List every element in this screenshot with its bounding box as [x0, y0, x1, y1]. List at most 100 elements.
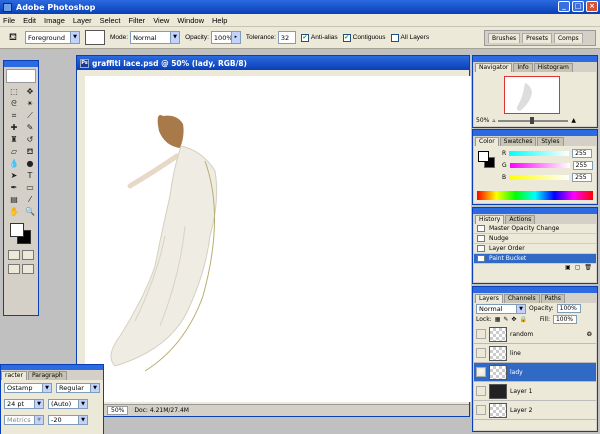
well-tab-comps[interactable]: Comps [553, 33, 583, 43]
navigator-zoom-value[interactable]: 50% [476, 117, 489, 124]
layer-row[interactable]: Layer 2 [474, 401, 596, 420]
shape-tool-icon[interactable]: ▭ [23, 182, 37, 193]
menu-file[interactable]: File [3, 16, 15, 25]
notes-tool-icon[interactable]: ▤ [7, 194, 21, 205]
font-family-select[interactable]: Ostamp ▼ [4, 383, 52, 393]
path-selection-tool-icon[interactable]: ➤ [7, 170, 21, 181]
red-slider[interactable] [509, 151, 570, 156]
healing-brush-tool-icon[interactable]: ✚ [7, 122, 21, 133]
panel-foreground-swatch[interactable] [478, 151, 489, 162]
eyedropper-tool-icon[interactable]: ⁄ [23, 194, 37, 205]
tab-info[interactable]: Info [513, 63, 533, 72]
font-style-select[interactable]: Regular ▼ [56, 383, 100, 393]
toolbox-header[interactable] [4, 61, 38, 67]
navigator-thumbnail[interactable] [504, 76, 560, 114]
layer-visibility-toggle[interactable] [476, 348, 486, 358]
font-size-select[interactable]: 24 pt ▼ [4, 399, 44, 409]
blur-tool-icon[interactable]: 💧 [7, 158, 21, 169]
green-slider[interactable] [509, 163, 570, 168]
close-button[interactable]: × [586, 1, 598, 12]
minimize-button[interactable]: _ [558, 1, 570, 12]
tab-character[interactable]: racter [1, 371, 27, 380]
pattern-swatch[interactable] [85, 30, 105, 45]
lock-all-icon[interactable]: 🔒 [519, 316, 526, 323]
screen-mode-standard-button[interactable] [8, 264, 20, 274]
zoom-tool-icon[interactable]: 🔍 [23, 206, 37, 217]
menu-filter[interactable]: Filter [129, 16, 146, 25]
tracking-select[interactable]: -20 ▼ [48, 415, 88, 425]
menu-window[interactable]: Window [177, 16, 204, 25]
canvas[interactable] [85, 76, 471, 402]
lock-paint-icon[interactable]: ✎ [503, 316, 508, 323]
tab-histogram[interactable]: Histogram [533, 63, 573, 72]
menu-layer[interactable]: Layer [73, 16, 92, 25]
layer-visibility-toggle[interactable] [476, 329, 486, 339]
maximize-button[interactable]: □ [572, 1, 584, 12]
menu-image[interactable]: Image [44, 16, 65, 25]
tab-swatches[interactable]: Swatches [499, 137, 537, 146]
tab-history[interactable]: History [475, 215, 505, 224]
foreground-color-swatch[interactable] [10, 223, 24, 237]
history-item[interactable]: Master Opacity Change [474, 224, 596, 234]
zoom-indicator[interactable]: 50% [107, 406, 129, 415]
brush-tool-icon[interactable]: ✎ [23, 122, 37, 133]
paint-bucket-tool-icon[interactable]: ⛾ [23, 146, 37, 157]
blue-value-input[interactable]: 255 [572, 173, 593, 182]
lock-move-icon[interactable]: ✥ [511, 316, 516, 323]
new-document-icon[interactable]: ▢ [575, 264, 581, 273]
layer-effects-icon[interactable]: ❂ [587, 331, 592, 338]
slice-tool-icon[interactable]: ⟋ [23, 110, 37, 121]
photoshop-feather-logo[interactable] [6, 69, 36, 83]
opacity-input[interactable]: 100% ▸ [210, 31, 241, 44]
new-snapshot-icon[interactable]: ▣ [565, 264, 571, 273]
tab-paragraph[interactable]: Paragraph [27, 371, 67, 380]
document-title-bar[interactable]: Ps graffiti lace.psd @ 50% (lady, RGB/8) [77, 56, 469, 70]
move-tool-icon[interactable]: ✥ [23, 86, 37, 97]
history-item[interactable]: Nudge [474, 234, 596, 244]
kerning-select[interactable]: Metrics ▼ [4, 415, 44, 425]
standard-mode-button[interactable] [8, 250, 20, 260]
lasso-tool-icon[interactable]: ᘓ [7, 98, 21, 109]
menu-edit[interactable]: Edit [23, 16, 36, 25]
screen-mode-full-button[interactable] [22, 264, 34, 274]
type-tool-icon[interactable]: T [23, 170, 37, 181]
history-item-selected[interactable]: Paint Bucket [474, 254, 596, 264]
layer-visibility-toggle[interactable] [476, 386, 486, 396]
magic-wand-tool-icon[interactable]: ✴ [23, 98, 37, 109]
crop-tool-icon[interactable]: ⌗ [7, 110, 21, 121]
eraser-tool-icon[interactable]: ▱ [7, 146, 21, 157]
layer-row[interactable]: Layer 1 [474, 382, 596, 401]
menu-help[interactable]: Help [212, 16, 227, 25]
slider-knob[interactable] [530, 116, 535, 124]
antialias-checkbox[interactable]: ✔ [300, 33, 309, 42]
zoom-in-icon[interactable]: ▲ [571, 117, 576, 124]
color-spectrum-bar[interactable] [477, 191, 593, 200]
dodge-tool-icon[interactable]: ● [23, 158, 37, 169]
layer-opacity-input[interactable]: 100% [556, 304, 581, 313]
tab-actions[interactable]: Actions [505, 215, 536, 224]
layer-row[interactable]: random ❂ [474, 325, 596, 344]
history-brush-tool-icon[interactable]: ↺ [23, 134, 37, 145]
contiguous-checkbox[interactable]: ✔ [342, 33, 351, 42]
paint-bucket-icon[interactable]: ⛾ [6, 32, 20, 43]
trash-icon[interactable]: 🗑 [584, 264, 592, 273]
quick-mask-button[interactable] [22, 250, 34, 260]
eye-icon[interactable]: 👁 [476, 367, 486, 377]
tab-layers[interactable]: Layers [475, 294, 503, 303]
blue-slider[interactable] [509, 175, 570, 180]
layer-row-selected[interactable]: 👁 lady [474, 363, 596, 382]
tab-channels[interactable]: Channels [503, 294, 540, 303]
pen-tool-icon[interactable]: ✒ [7, 182, 21, 193]
fill-source-select[interactable]: Foreground ▼ [25, 31, 80, 44]
zoom-out-icon[interactable]: ▵ [492, 117, 495, 124]
mode-select[interactable]: Normal ▼ [130, 31, 181, 44]
clone-stamp-tool-icon[interactable]: ♜ [7, 134, 21, 145]
layer-blend-select[interactable]: Normal ▼ [476, 303, 526, 314]
all-layers-checkbox[interactable] [390, 33, 399, 42]
green-value-input[interactable]: 255 [572, 161, 593, 170]
lock-transparency-icon[interactable]: ▦ [495, 316, 501, 323]
red-value-input[interactable]: 255 [572, 149, 593, 158]
history-item[interactable]: Layer Order [474, 244, 596, 254]
layer-fill-input[interactable]: 100% [552, 315, 577, 324]
layer-row[interactable]: line [474, 344, 596, 363]
